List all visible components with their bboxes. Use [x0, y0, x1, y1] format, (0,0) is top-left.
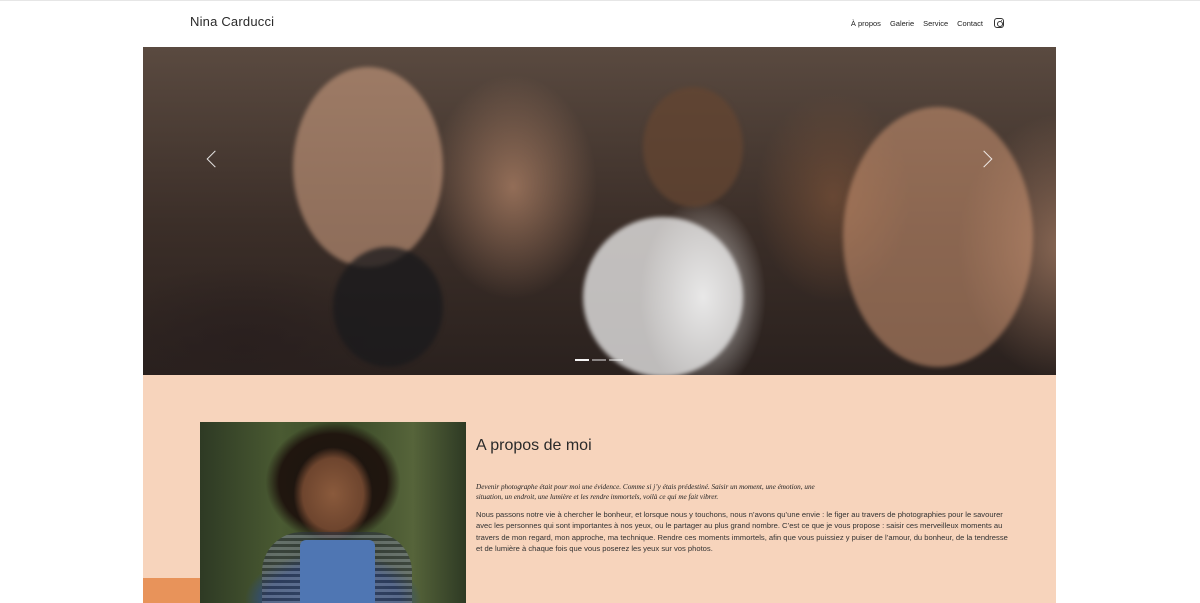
main-nav: À propos Galerie Service Contact: [851, 18, 1004, 28]
portrait-overalls: [300, 540, 375, 603]
nav-link-galerie[interactable]: Galerie: [890, 19, 914, 28]
about-quote: Devenir photographe était pour moi une é…: [476, 483, 815, 501]
hero-carousel: [143, 47, 1056, 375]
carousel-dot[interactable]: [592, 359, 606, 361]
carousel-dot[interactable]: [609, 359, 623, 361]
nav-link-a-propos[interactable]: À propos: [851, 19, 881, 28]
about-body: Nous passons notre vie à chercher le bon…: [476, 510, 1008, 554]
carousel-dot[interactable]: [575, 359, 589, 361]
nav-link-service[interactable]: Service: [923, 19, 948, 28]
accent-block: [143, 578, 200, 603]
instagram-icon[interactable]: [994, 18, 1004, 28]
site-brand[interactable]: Nina Carducci: [190, 14, 274, 29]
site-header: Nina Carducci À propos Galerie Service C…: [0, 0, 1200, 48]
hero-photo-figure: [333, 247, 443, 367]
carousel-indicators: [575, 359, 623, 361]
about-title: A propos de moi: [476, 437, 592, 454]
nav-link-contact[interactable]: Contact: [957, 19, 983, 28]
hero-photo-figure: [843, 107, 1033, 367]
hero-photo-figure: [583, 217, 743, 375]
portrait-photo: [200, 422, 466, 603]
hero-photo-figure: [293, 67, 443, 267]
hero-photo-figure: [643, 87, 743, 207]
